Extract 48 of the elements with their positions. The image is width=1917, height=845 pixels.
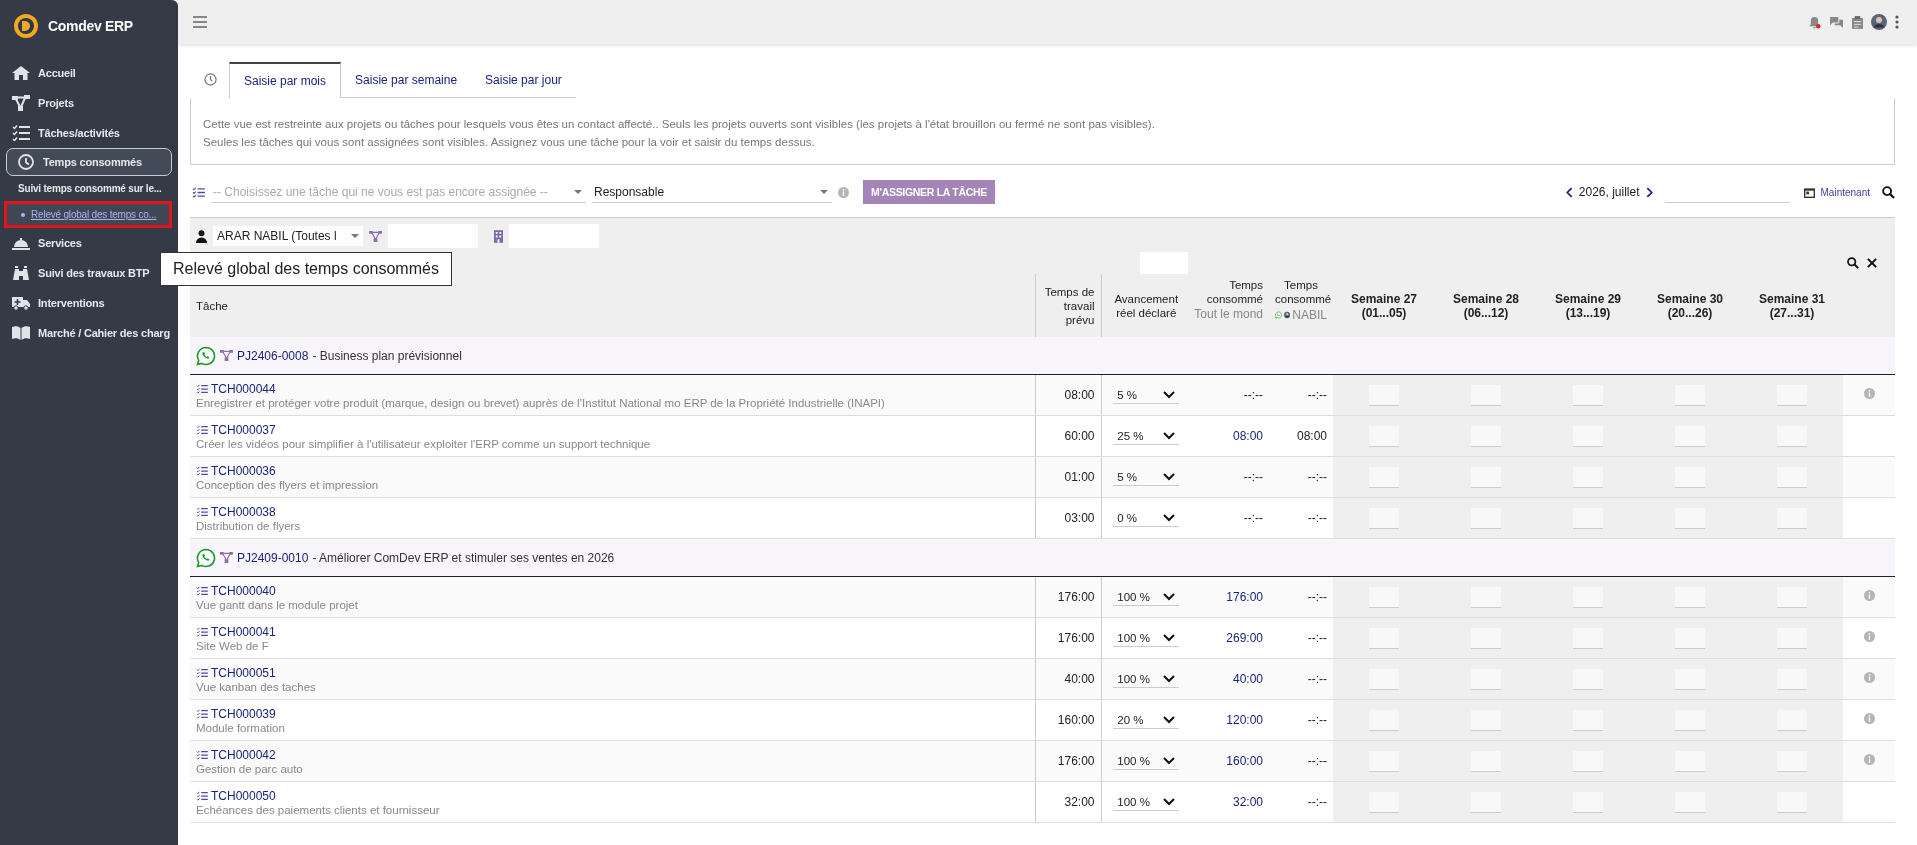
- week-header: Semaine 29 (13...19): [1554, 291, 1621, 320]
- task-description: Créer les vidéos pour simplifier à l'utilisateur exploiter l'ERP comme un support technique: [196, 437, 652, 450]
- consumed-time: --:--: [1307, 754, 1327, 768]
- notice-text: Cette vue est restreinte aux projets ou tâches pour lesquels vous êtes un contact affecté.. Seuls les projets ouverts sont visibles (les projets à l'état brouillon ou fermé ne sont pas visibles).: [203, 117, 1156, 132]
- planned-time: 08:00: [1064, 388, 1095, 402]
- task-description: Module formation: [196, 721, 286, 734]
- consumed-time: --:--: [1307, 672, 1327, 686]
- consumed-time: --:--: [1307, 388, 1327, 402]
- task-description: Distribution de flyers: [196, 519, 302, 532]
- week-header: Semaine 27 (01...05): [1350, 291, 1417, 320]
- consumed-time: --:--: [1243, 511, 1263, 525]
- planned-time: 60:00: [1064, 429, 1095, 443]
- consumed-time: --:--: [1307, 631, 1327, 645]
- task-description: Conception des flyers et impression: [196, 478, 380, 491]
- brand-name: Comdev ERP: [48, 18, 133, 34]
- task-description: Vue gantt dans le module projet: [196, 598, 359, 611]
- consumed-time: --:--: [1307, 590, 1327, 604]
- planned-time: 03:00: [1064, 511, 1095, 525]
- planned-time: 176:00: [1057, 754, 1095, 768]
- consumed-time: --:--: [1307, 470, 1327, 484]
- task-description: Vue kanban des taches: [196, 680, 317, 693]
- consumed-time: --:--: [1307, 713, 1327, 727]
- planned-time: 01:00: [1064, 470, 1095, 484]
- week-header: Semaine 28 (06...12): [1452, 291, 1519, 320]
- user-name: Tout le mond: [1194, 307, 1263, 321]
- project-title: - Améliorer ComDev ERP et stimuler ses ventes en 2026: [312, 550, 615, 565]
- consumed-time: --:--: [1243, 388, 1263, 402]
- consumed-time: --:--: [1307, 511, 1327, 525]
- task-description: Enregistrer et protéger votre produit (marque, design ou brevet) auprès de l’Institut National mo ERP de la Propriété Industrielle (INAPI): [196, 396, 886, 409]
- planned-time: 176:00: [1057, 631, 1095, 645]
- notice-text: Seules les tâches qui vous sont assignées sont visibles. Assignez vous une tâche pour la voir et saisir du temps dessus.: [203, 135, 816, 150]
- user-name: NABIL: [1292, 308, 1327, 322]
- consumed-time: 08:00: [1296, 429, 1327, 443]
- week-header: Semaine 31 (27...31): [1758, 291, 1825, 320]
- week-header: Semaine 30 (20...26): [1656, 291, 1723, 320]
- planned-time: 40:00: [1064, 672, 1095, 686]
- period-label: 2026, juillet: [1578, 185, 1640, 199]
- column-header: Temps consommé: [1205, 278, 1263, 306]
- task-description: Gestion de parc auto: [196, 762, 304, 775]
- planned-time: 32:00: [1064, 795, 1095, 809]
- planned-time: 160:00: [1057, 713, 1095, 727]
- task-description: Site Web de F: [196, 639, 270, 652]
- consumed-time: --:--: [1243, 470, 1263, 484]
- project-title: - Business plan prévisionnel: [312, 348, 462, 363]
- tooltip: Relevé global des temps consommés: [160, 252, 452, 286]
- task-description: Echéances des paiements clients et fournisseur: [196, 803, 441, 816]
- consumed-time: --:--: [1307, 795, 1327, 809]
- planned-time: 176:00: [1057, 590, 1095, 604]
